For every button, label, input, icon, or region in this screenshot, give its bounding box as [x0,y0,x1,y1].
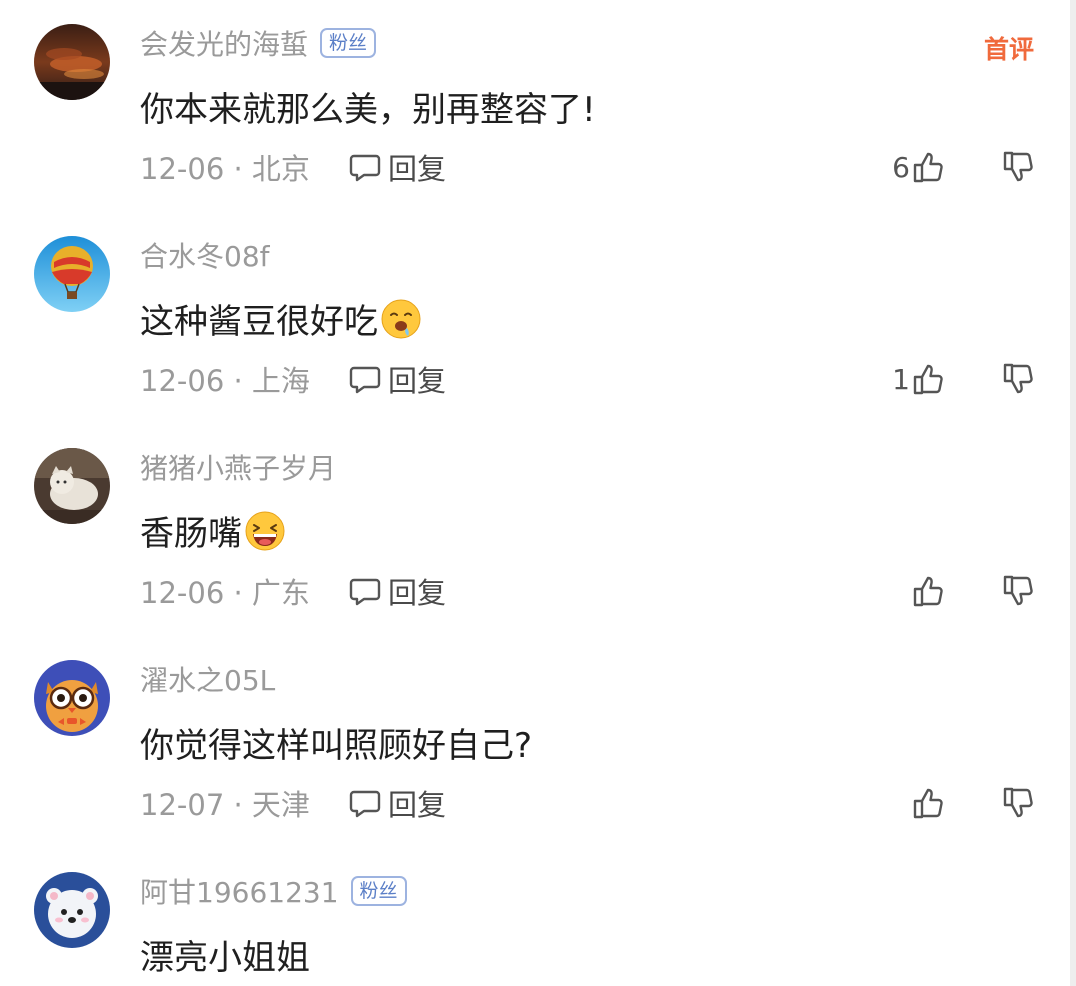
comment-text-content: 漂亮小姐姐 [140,938,310,978]
comment-text: 你本来就那么美，别再整容了! [140,82,596,131]
reply-label: 回复 [387,576,446,610]
first-comment-tag: 首评 [983,35,1034,64]
user-avatar[interactable] [34,872,110,948]
dislike-button[interactable] [1002,568,1036,614]
comment-text: 香肠嘴 [140,506,286,555]
comment-item: 阿甘19661231 粉丝 漂亮小姐姐 [0,848,1076,986]
like-button[interactable] [910,780,946,826]
like-button[interactable]: 1 [892,356,946,402]
comment-item: 猪猪小燕子岁月 香肠嘴 12-06 · 广东 回复 [0,424,1076,636]
like-button[interactable]: 6 [892,144,946,190]
comment-item: 濯水之05L 你觉得这样叫照顾好自己? 12-07 · 天津 回复 [0,636,1076,848]
comment-text: 漂亮小姐姐 [140,930,310,979]
comment-text-content: 你本来就那么美，别再整容了! [140,90,596,130]
dislike-button[interactable] [1002,356,1036,402]
comment-text: 这种酱豆很好吃 [140,294,422,343]
owl-cartoon-avatar-icon [34,660,110,736]
thumbs-up-icon [913,152,943,183]
sunset-sky-avatar-icon [34,24,110,100]
like-count: 1 [892,362,910,396]
username[interactable]: 猪猪小燕子岁月 [140,447,336,487]
thumbs-down-icon [1003,363,1033,394]
fan-badge: 粉丝 [350,876,407,906]
comment-item: 合水冬08f 这种酱豆很好吃 12-06 · 上海 回复 1 [0,212,1076,424]
user-avatar[interactable] [34,448,110,524]
thumbs-up-icon [913,576,943,607]
comment-text: 你觉得这样叫照顾好自己? [140,718,532,767]
reply-bubble-icon [349,790,381,818]
dislike-button[interactable] [1002,780,1036,826]
comment-text-content: 你觉得这样叫照顾好自己? [140,726,533,766]
hot-air-balloon-avatar-icon [34,236,110,312]
comment-date-location: 12-06 · 广东 [140,576,310,610]
reply-bubble-icon [349,154,381,182]
reply-bubble-icon [349,578,381,606]
fan-badge: 粉丝 [320,28,377,58]
thumbs-down-icon [1003,787,1033,818]
user-avatar[interactable] [34,236,110,312]
reply-button[interactable]: 回复 [348,782,446,824]
thumbs-down-icon [1003,151,1033,182]
comment-date-location: 12-06 · 上海 [140,364,310,398]
cat-photo-avatar-icon [34,448,110,524]
like-button[interactable] [910,568,946,614]
dislike-button[interactable] [1002,144,1036,190]
username[interactable]: 濯水之05L [140,659,275,699]
comment-date-location: 12-07 · 天津 [140,788,310,822]
reply-button[interactable]: 回复 [348,570,446,612]
scrollbar-track [1070,0,1076,986]
user-avatar[interactable] [34,660,110,736]
bear-cartoon-avatar-icon [34,872,110,948]
reply-button[interactable]: 回复 [348,358,446,400]
grinning-face-emoji-icon [244,510,286,552]
thumbs-down-icon [1003,575,1033,606]
reply-button[interactable]: 回复 [348,146,446,188]
reply-bubble-icon [349,366,381,394]
comment-item: 会发光的海蜇 粉丝 首评 你本来就那么美，别再整容了! 12-06 · 北京 回… [0,0,1076,212]
comment-text-content: 这种酱豆很好吃 [140,302,378,342]
thumbs-up-icon [913,788,943,819]
reply-label: 回复 [387,152,446,186]
reply-label: 回复 [387,364,446,398]
comment-date-location: 12-06 · 北京 [140,152,310,186]
thumbs-up-icon [913,364,943,395]
username[interactable]: 阿甘19661231 [140,871,339,911]
username[interactable]: 会发光的海蜇 [140,23,308,63]
like-count: 6 [892,150,910,184]
user-avatar[interactable] [34,24,110,100]
reply-label: 回复 [387,788,446,822]
comment-text-content: 香肠嘴 [140,514,242,554]
username[interactable]: 合水冬08f [140,235,270,275]
drooling-face-emoji-icon [380,298,422,340]
